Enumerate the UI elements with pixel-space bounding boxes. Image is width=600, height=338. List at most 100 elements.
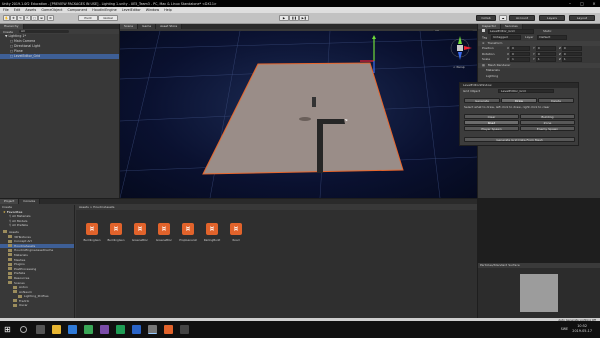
minimize-icon[interactable]: – [564,0,576,7]
asset-item[interactable]: ¤ Road [226,223,246,242]
transform-x-field[interactable]: 0 [510,46,531,51]
material-preview-swatch [520,274,558,312]
grid-object-field[interactable]: LevelEditor_Grid [498,88,555,94]
asset-item[interactable]: ¤ BuildingGen [106,223,126,242]
asset-item[interactable]: ¤ GreeneBloc [154,223,174,242]
browser-icon[interactable] [68,325,77,334]
rect-tool-icon[interactable]: □ [31,15,38,21]
folder-label: Concept Art [14,239,32,244]
brush-enemy-spawn-button[interactable]: Enemy Spawn [520,126,575,131]
language-indicator[interactable]: SWE [561,327,568,331]
generate-grid-label: Generate Grid Data From Mesh [496,137,543,142]
clock[interactable]: 10:52 2019-05-17 [572,324,592,334]
brush-building-button[interactable]: Building [520,114,575,119]
step-button[interactable]: ▶❚ [299,15,309,21]
transform-x-field[interactable]: 0 [510,51,531,56]
transform-row: Scale X 1Y 1Z 1 [478,57,600,63]
menu-leveleditor[interactable]: LevelEditor [122,8,141,12]
grid-object-value: LevelEditor_Grid [501,88,526,93]
collab-label: Collab [481,16,491,20]
file-explorer-icon[interactable] [52,325,61,334]
spotify-icon[interactable] [116,325,125,334]
account-dropdown[interactable]: Account [509,15,535,21]
asset-item[interactable]: ¤ BuildingGen [82,223,102,242]
tab-console[interactable]: Console [19,199,41,204]
pivot-toggle[interactable]: Pivot [78,15,98,21]
object-name-field[interactable]: LevelEditor_Grid [487,29,534,34]
static-label[interactable]: Static [543,29,552,33]
brush-road-button[interactable]: Road [464,120,519,125]
brush-enemy-spawn-label: Enemy Spawn [536,126,559,131]
menu-file[interactable]: File [3,8,9,12]
layers-dropdown[interactable]: Layers [539,15,565,21]
transform-y-field[interactable]: 0 [535,46,556,51]
app-icon[interactable] [100,325,109,334]
folder-label: AnNaum [19,289,32,294]
global-toggle[interactable]: Global [98,15,118,21]
close-icon[interactable]: × [588,0,600,7]
brush-clear-button[interactable]: Clear [464,114,519,119]
gizmo-y-arrow-icon[interactable] [372,35,376,39]
task-view-icon[interactable] [36,325,45,334]
scene-viewport[interactable]: < Persp [120,31,477,198]
hierarchy-create-button[interactable]: Create [3,30,13,34]
menu-edit[interactable]: Edit [14,8,21,12]
asset-item[interactable]: ¤ GreeneBloc [130,223,150,242]
mode-delete-button[interactable]: Delete [538,98,574,103]
hierarchy-item[interactable]: □ LevelEditor_Grid [0,54,119,59]
hand-tool-icon[interactable]: ✋ [3,15,10,21]
unity-taskbar-icon[interactable] [148,325,157,334]
breadcrumb-path[interactable]: Assets > HoudiniAssets [79,205,114,209]
collab-dropdown[interactable]: Collab [476,15,496,21]
transform-z-field[interactable]: 0 [561,51,582,56]
transform-x-field[interactable]: 1 [510,57,531,62]
tab-project[interactable]: Project [0,199,20,204]
layout-dropdown[interactable]: Layout [569,15,595,21]
transform-z-field[interactable]: 0 [561,46,582,51]
hierarchy-search-input[interactable]: All [18,29,69,34]
menu-help[interactable]: Help [164,8,172,12]
tag-dropdown[interactable]: Untagged [491,35,522,40]
app-icon[interactable] [180,325,189,334]
pause-button[interactable]: ❚❚ [289,15,299,21]
mode-generate-button[interactable]: Generate [464,98,500,103]
chrome-icon[interactable] [84,325,93,334]
word-icon[interactable] [132,325,141,334]
scale-tool-icon[interactable]: ⇱ [24,15,31,21]
generate-grid-button[interactable]: Generate Grid Data From Mesh [464,137,575,142]
brush-player-spawn-label: Player Spawn [481,126,502,131]
rotate-tool-icon[interactable]: ↻ [17,15,24,21]
search-icon[interactable] [20,326,27,333]
windows-start-icon[interactable]: ⊞ [4,325,13,334]
asset-item[interactable]: ¤ PropGenerat [178,223,198,242]
pivot-label: Pivot [84,16,92,20]
play-button[interactable]: ▶ [279,15,289,21]
favorite-item[interactable]: ⚲ All Prefabs [0,223,74,228]
asset-item[interactable]: ¤ RailingBuild [202,223,222,242]
transform-y-field[interactable]: 1 [535,57,556,62]
move-tool-icon[interactable]: ✥ [10,15,17,21]
folder-item[interactable]: Oscar [0,303,74,308]
brush-player-spawn-button[interactable]: Player Spawn [464,126,519,131]
maximize-icon[interactable]: □ [576,0,588,7]
custom-tool-icon[interactable]: ⚙ [47,15,54,21]
houdini-asset-icon: ¤ [110,223,122,235]
cloud-icon[interactable]: ☁ [499,15,507,21]
brush-zone-button[interactable]: Zone [520,120,575,125]
layer-dropdown[interactable]: Default [537,35,568,40]
transform-z-field[interactable]: 1 [561,57,582,62]
menu-houdiniengine[interactable]: HoudiniEngine [92,8,117,12]
transform-y-field[interactable]: 0 [535,51,556,56]
menu-assets[interactable]: Assets [25,8,36,12]
houdini-taskbar-icon[interactable] [164,325,173,334]
transform-tool-icon[interactable]: ⊞ [38,15,45,21]
lighting-row[interactable]: Lighting [478,74,600,80]
menu-window[interactable]: Window [146,8,159,12]
persp-label[interactable]: < Persp [453,65,465,69]
folder-icon [8,248,12,252]
transform-icon: ⊕ [482,40,485,45]
active-checkbox[interactable] [482,29,485,33]
menu-gameobject[interactable]: GameObject [41,8,62,12]
menu-component[interactable]: Component [67,8,87,12]
mode-draw-button[interactable]: Draw [501,98,537,103]
